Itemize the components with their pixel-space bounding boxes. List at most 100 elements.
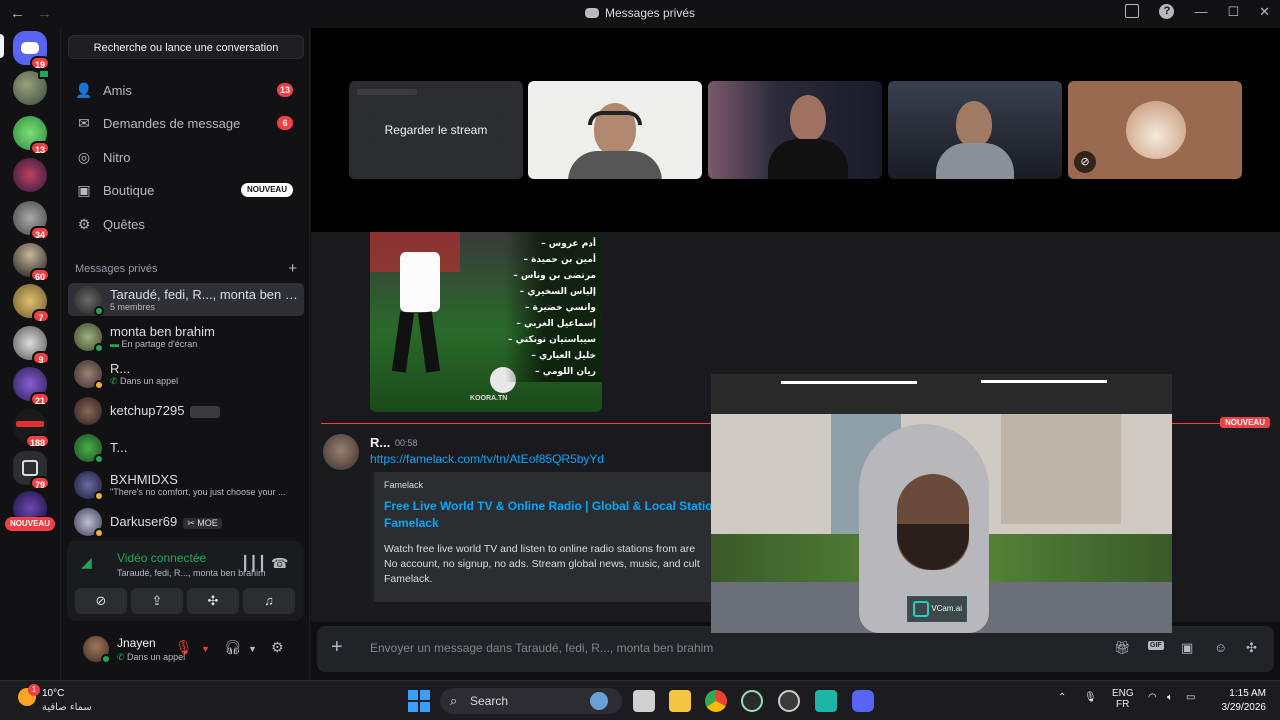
nav-shop[interactable]: ▣ Boutique NOUVEAU [69, 175, 303, 205]
server-icon[interactable]: 60 [13, 243, 50, 282]
server-icon[interactable]: 21 [13, 367, 50, 406]
participant-video [956, 101, 992, 147]
home-button[interactable]: 19 [13, 31, 50, 70]
participant-video [790, 95, 826, 141]
video-tile[interactable]: ⊘ [1068, 81, 1242, 179]
voice-connection-panel: ◢ Vidéo connectée Taraudé, fedi, R..., m… [67, 541, 303, 621]
embed-title[interactable]: Free Live World TV & Online Radio | Glob… [384, 498, 714, 532]
home-badge: 19 [29, 56, 50, 70]
message-link[interactable]: https://famelack.com/tv/tn/AtEof85QR5byY… [370, 452, 604, 466]
voice-status[interactable]: Vidéo connectée [117, 551, 206, 565]
camera-off-button[interactable]: ⊘ [75, 588, 127, 614]
video-tile[interactable] [708, 81, 882, 179]
settings-gear-icon[interactable]: ⚙ [271, 639, 284, 656]
create-dm-plus-icon[interactable]: + [288, 260, 297, 277]
chevron-down-icon[interactable]: ▼ [248, 644, 257, 654]
noise-suppression-icon[interactable]: ┃┃┃ [241, 555, 266, 572]
nav-friends[interactable]: 👤 Amis 13 [69, 75, 303, 105]
nav-badge: 13 [276, 83, 293, 97]
stream-tile[interactable]: Regarder le stream [349, 81, 523, 179]
dm-item[interactable]: BXHMIDXS "There's no comfort, you just ch… [68, 468, 304, 501]
start-button[interactable] [408, 690, 430, 712]
clock-date: 3/29/2026 [1221, 702, 1267, 713]
dm-item[interactable]: Taraudé, fedi, R..., monta ben b... 5 mem… [68, 283, 304, 316]
app-icon[interactable] [741, 690, 763, 712]
server-icon[interactable]: 7 [13, 284, 50, 323]
chrome-icon[interactable] [705, 690, 727, 712]
chevron-up-icon[interactable]: ⌃ [1058, 692, 1066, 703]
nav-message-requests[interactable]: ✉ Demandes de message 6 [69, 108, 303, 138]
server-icon[interactable]: 9 [13, 326, 50, 365]
stream-preview-bar [357, 89, 417, 95]
minimize-icon[interactable]: — [1194, 4, 1207, 20]
dm-item[interactable]: ketchup7295 [68, 394, 304, 427]
sticker-icon[interactable]: ▣ [1181, 640, 1193, 656]
message-author[interactable]: R... [370, 435, 390, 450]
disconnect-icon[interactable]: ☎ [271, 555, 288, 572]
avatar [74, 396, 102, 425]
help-icon[interactable]: ? [1159, 4, 1175, 19]
conversation-search[interactable]: Recherche ou lance une conversation [68, 35, 304, 59]
server-logo-icon [16, 421, 44, 427]
wifi-icon[interactable]: ◠ [1148, 692, 1157, 703]
server-icon[interactable]: 188 [13, 409, 50, 448]
clock-time: 1:15 AM [1229, 688, 1266, 699]
new-servers-badge[interactable]: NOUVEAU [5, 517, 55, 531]
attach-plus-icon[interactable]: + [331, 636, 343, 659]
soundboard-button[interactable]: ♫ [243, 588, 295, 614]
image-attachment[interactable]: أدم عروس – أمين بن حميدة – مرتضى بن وناس… [370, 232, 602, 412]
share-screen-button[interactable]: ⇪ [131, 588, 183, 614]
server-icon[interactable] [13, 158, 47, 192]
nav-quests[interactable]: ⚙ Quêtes [69, 209, 303, 239]
language-indicator[interactable]: ENG FR [1112, 688, 1134, 710]
video-tile[interactable] [888, 81, 1062, 179]
gif-icon[interactable]: GIF [1148, 641, 1164, 650]
server-avatar[interactable] [13, 69, 50, 105]
headphones-icon[interactable]: 🎧︎ [224, 639, 242, 656]
mic-muted-icon[interactable]: 🎙︎ [175, 639, 193, 656]
status-dot [94, 305, 104, 316]
active-pill [0, 34, 4, 58]
obs-icon[interactable] [778, 690, 800, 712]
headset-shape [588, 111, 642, 125]
volume-icon[interactable]: 🔈︎ [1167, 692, 1173, 703]
nav-nitro[interactable]: ◎ Nitro [69, 142, 303, 172]
embed-provider[interactable]: Famelack [384, 480, 423, 490]
dm-item[interactable]: monta ben brahim ▬ En partage d'écran [68, 320, 304, 353]
close-icon[interactable]: ✕ [1259, 4, 1270, 20]
watch-stream-button[interactable]: Regarder le stream [369, 115, 503, 145]
gift-icon[interactable]: 🎁︎ [1114, 640, 1131, 656]
dm-item[interactable]: T... [68, 431, 304, 464]
video-tile[interactable] [528, 81, 702, 179]
apps-icon[interactable]: ✣ [1246, 640, 1257, 656]
microphone-icon[interactable]: 🎙︎ [1084, 692, 1097, 703]
dm-item[interactable]: R... ✆ Dans un appel [68, 357, 304, 390]
activities-button[interactable]: ✣ [187, 588, 239, 614]
nav-label: Nitro [103, 149, 131, 165]
avatar [74, 433, 104, 464]
battery-icon[interactable]: ▭ [1186, 692, 1195, 703]
user-avatar[interactable] [83, 636, 111, 664]
vcam-app-icon[interactable] [815, 690, 837, 712]
server-icon[interactable]: 34 [13, 201, 50, 240]
server-icon[interactable]: 13 [13, 116, 50, 155]
emoji-icon[interactable]: ☺ [1214, 640, 1227, 655]
player-shirt [400, 252, 440, 312]
maximize-icon[interactable]: ☐ [1227, 4, 1239, 20]
inbox-icon[interactable] [1125, 4, 1140, 18]
dm-item[interactable]: Darkuser69 ✂ MOE [68, 505, 304, 538]
author-avatar[interactable] [323, 434, 359, 470]
dm-header-label: Messages privés [75, 263, 158, 275]
discord-app-icon[interactable] [852, 690, 874, 712]
lang-primary: ENG [1112, 688, 1134, 699]
chevron-down-icon[interactable]: ▼ [201, 644, 210, 654]
taskbar-search[interactable]: ⌕ Search [440, 688, 622, 714]
task-view-icon[interactable] [633, 690, 655, 712]
ceiling-light [981, 380, 1107, 383]
file-explorer-icon[interactable] [669, 690, 691, 712]
composer-placeholder[interactable]: Envoyer un message dans Taraudé, fedi, R… [370, 641, 713, 655]
status-dot [94, 379, 104, 390]
participant-body [936, 143, 1014, 179]
server-icon[interactable]: 79 [13, 451, 50, 490]
taskbar-clock[interactable]: 1:15 AM 3/29/2026 [1222, 687, 1267, 715]
